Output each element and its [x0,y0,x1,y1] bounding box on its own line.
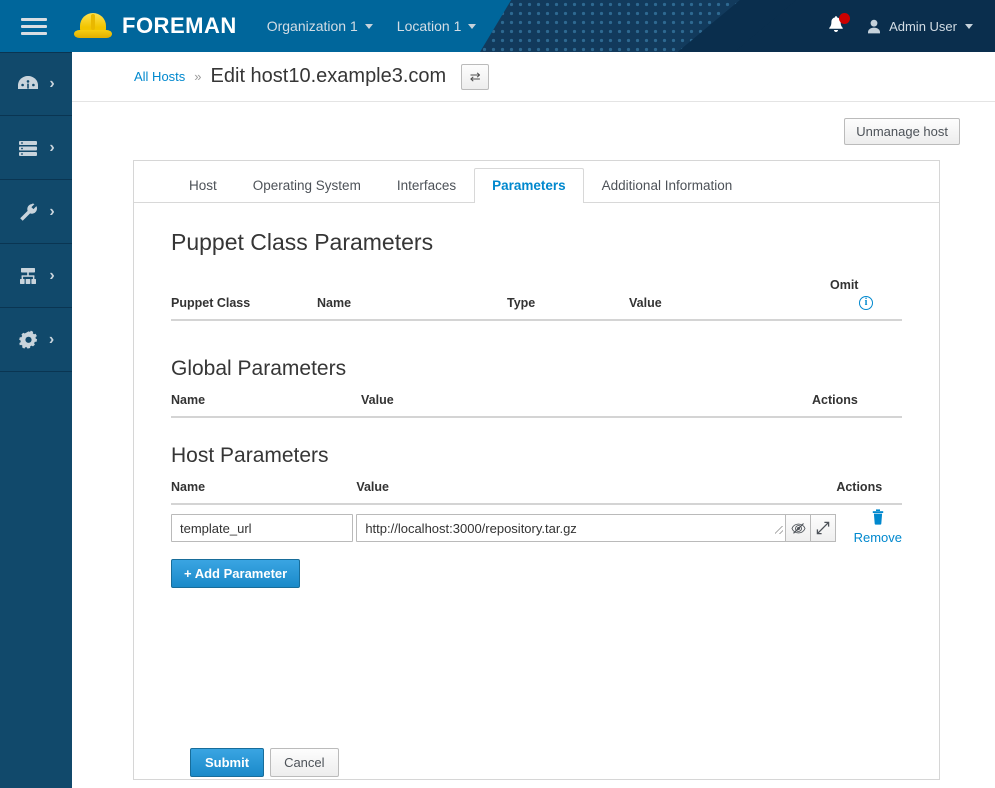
submit-button[interactable]: Submit [190,748,265,777]
host-switcher-button[interactable]: ⇄ [461,63,490,90]
sitemap-icon [17,266,39,286]
chevron-down-icon [965,23,973,29]
table-header-row: Name Value Actions [171,480,902,504]
cell-value: http://localhost:3000/repository.tar.gz [356,504,837,545]
chevron-right-icon: › [49,75,55,92]
chevron-right-icon: › [49,202,55,220]
organization-selector[interactable]: Organization 1 [267,18,373,34]
gear-icon [18,330,39,350]
header-name: Name [171,480,206,494]
unmanage-host-button[interactable]: Unmanage host [844,118,960,145]
header-name: Name [317,296,352,310]
parameter-value-input[interactable]: http://localhost:3000/repository.tar.gz [356,514,787,542]
hardhat-icon [74,13,112,39]
organization-label: Organization 1 [266,18,358,34]
form-footer: Submit Cancel [190,748,339,777]
header-value: Value [356,480,389,494]
server-stack-icon [17,138,39,158]
context-selectors: Organization 1 Location 1 [267,18,477,34]
wrench-icon [17,202,39,222]
cell-actions: Remove [836,504,902,545]
tab-interfaces[interactable]: Interfaces [379,168,474,203]
eye-slash-icon[interactable] [785,514,812,542]
masthead: FOREMAN Organization 1 Location 1 Admin … [0,0,995,52]
breadcrumb-all-hosts-link[interactable]: All Hosts [134,69,185,84]
user-menu[interactable]: Admin User [867,19,973,34]
remove-parameter-label: Remove [853,530,902,545]
page-title: Edit host10.example3.com [210,65,447,87]
info-circle-icon[interactable]: i [859,296,873,310]
global-parameters-section: Global Parameters Name Value Actions [171,357,902,418]
puppet-class-parameters-section: Puppet Class Parameters Puppet Class Nam… [171,229,902,331]
sidebar-item-administer[interactable]: › [0,308,72,372]
header-actions: Actions [836,480,883,494]
sidebar-item-infrastructure[interactable]: › [0,244,72,308]
puppet-class-parameters-title: Puppet Class Parameters [171,229,434,255]
header-puppet-class: Puppet Class [171,296,251,310]
header-value: Value [629,296,662,310]
parameter-name-input[interactable] [171,514,353,542]
header-value: Value [361,393,394,407]
tab-host[interactable]: Host [171,168,235,203]
host-parameters-body: http://localhost:3000/repository.tar.gz [171,504,902,545]
breadcrumb-separator: » [194,69,202,84]
host-parameters-title: Host Parameters [171,444,329,467]
cell-name [171,504,356,545]
add-parameter-button[interactable]: + Add Parameter [171,559,301,588]
tab-bar: Host Operating System Interfaces Paramet… [134,161,939,203]
chevron-down-icon [364,23,373,29]
table-row: http://localhost:3000/repository.tar.gz [171,504,902,545]
chevron-right-icon: › [49,138,55,156]
page-toolbar: Unmanage host [72,102,995,145]
header-name: Name [171,393,206,407]
table-header-row: Puppet Class Name Type Value Omit i [171,278,902,320]
global-parameters-title: Global Parameters [171,357,347,380]
sidebar: › › › › › [0,52,72,788]
user-avatar-icon [868,19,881,33]
add-parameter-row: + Add Parameter [171,559,902,588]
expand-arrows-icon[interactable] [810,514,837,542]
page-content: All Hosts » Edit host10.example3.com ⇄ U… [72,52,995,788]
trash-icon [871,509,885,528]
remove-parameter-button[interactable]: Remove [854,509,902,545]
host-parameters-table: Name Value Actions http://l [171,480,902,545]
tab-parameters[interactable]: Parameters [474,168,584,203]
chevron-down-icon [468,23,477,29]
location-label: Location 1 [396,18,462,34]
dashboard-gauge-icon [17,74,39,94]
sidebar-item-configure[interactable]: › [0,180,72,244]
notification-badge [839,13,851,24]
header-actions: Actions [812,393,858,407]
header-type: Type [507,296,536,310]
tab-operating-system[interactable]: Operating System [235,168,379,203]
header-omit: Omit i [830,278,902,320]
chevron-right-icon: › [48,330,55,348]
cancel-button[interactable]: Cancel [270,748,339,777]
parameters-card: Host Operating System Interfaces Paramet… [133,160,940,780]
table-header-row: Name Value Actions [171,393,902,417]
global-parameters-table: Name Value Actions [171,393,902,418]
sidebar-item-monitor[interactable]: › [0,52,72,116]
brand-name: FOREMAN [122,13,237,38]
location-selector[interactable]: Location 1 [397,18,477,34]
header-omit-label: Omit [830,278,859,292]
breadcrumb: All Hosts » Edit host10.example3.com ⇄ [72,52,995,102]
brand-logo[interactable]: FOREMAN [74,13,237,39]
notifications-button[interactable] [827,13,851,37]
chevron-right-icon: › [49,266,55,284]
puppet-class-parameters-table: Puppet Class Name Type Value Omit i [171,278,902,321]
user-name: Admin User [889,18,957,34]
tab-additional-information[interactable]: Additional Information [584,168,751,203]
sidebar-item-hosts[interactable]: › [0,116,72,180]
host-parameters-section: Host Parameters Name Value Actions templ… [171,444,902,588]
hamburger-icon[interactable] [0,0,68,52]
